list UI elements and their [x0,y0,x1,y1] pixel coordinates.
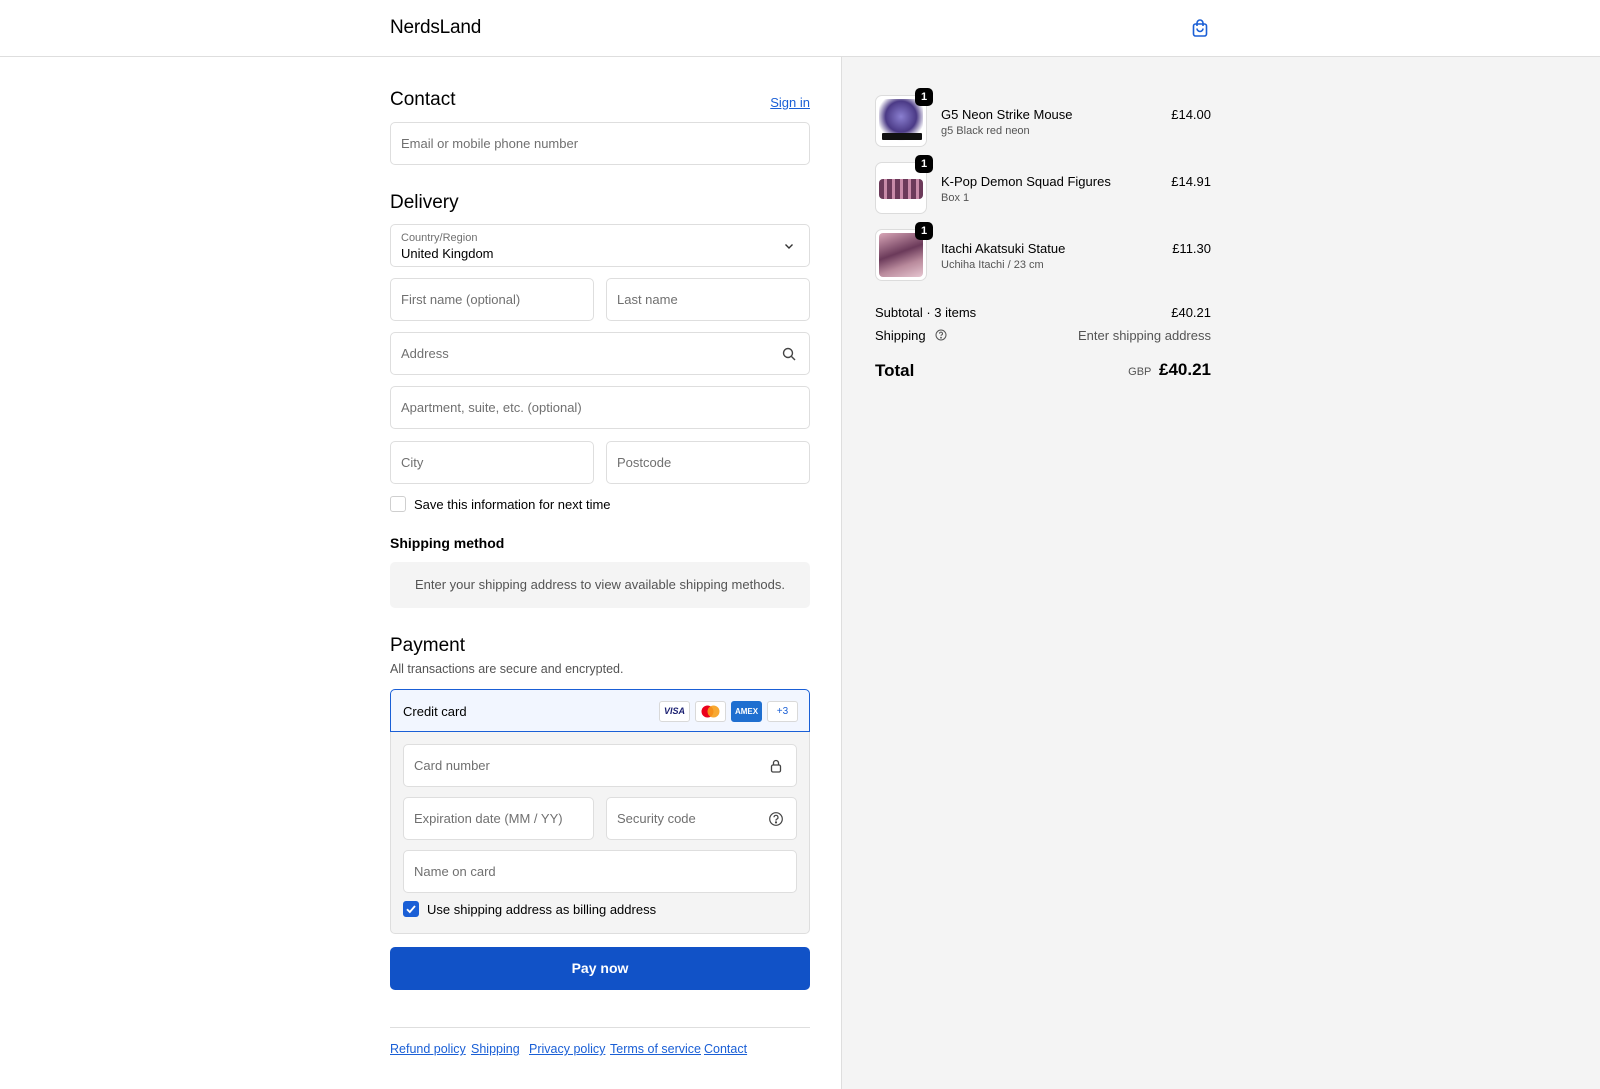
payment-heading: Payment [390,635,465,656]
order-item-thumbnail: 1 [875,155,933,214]
quantity-badge: 1 [915,222,933,240]
card-number-placeholder: Card number [414,758,490,773]
footer-divider [390,1027,810,1028]
refund-policy-link[interactable]: Refund policy [390,1042,466,1056]
shipping-method-notice: Enter your shipping address to view avai… [390,562,810,608]
shipping-method-heading: Shipping method [390,535,505,551]
statue-image [879,233,923,277]
store-logo[interactable]: NerdsLand [390,17,481,39]
email-field[interactable]: Email or mobile phone number [390,122,810,165]
postcode-placeholder: Postcode [617,455,672,470]
security-code-placeholder: Security code [617,811,696,826]
order-item-name: G5 Neon Strike Mouse [941,107,1073,122]
credit-card-label: Credit card [403,704,467,719]
order-item-name: Itachi Akatsuki Statue [941,241,1066,256]
security-code-field[interactable]: Security code [606,797,797,840]
shopping-bag-icon[interactable] [1190,18,1210,38]
delivery-heading: Delivery [390,192,459,213]
privacy-policy-link[interactable]: Privacy policy [529,1042,605,1056]
order-item-name: K-Pop Demon Squad Figures [941,174,1111,189]
currency-code: GBP [1128,366,1152,378]
sign-in-link[interactable]: Sign in [770,95,810,110]
name-on-card-field[interactable]: Name on card [403,850,797,893]
shipping-method-message: Enter your shipping address to view avai… [415,577,785,592]
first-name-field[interactable]: First name (optional) [390,278,594,321]
billing-same-label: Use shipping address as billing address [427,902,657,917]
total-amount: GBP £40.21 [1128,360,1211,380]
subtotal-label: Subtotal · 3 items [875,305,977,320]
visa-logo-icon: VISA [659,701,690,722]
email-placeholder: Email or mobile phone number [401,136,579,151]
order-item-variant: Uchiha Itachi / 23 cm [941,259,1044,271]
image-caption-bar [882,133,922,140]
chevron-down-icon [781,238,797,254]
shipping-label-text: Shipping [875,328,926,343]
total-label: Total [875,361,915,380]
city-placeholder: City [401,455,424,470]
order-item-variant: g5 Black red neon [941,125,1030,137]
total-value: £40.21 [1159,360,1211,379]
payment-subtitle: All transactions are secure and encrypte… [390,662,624,676]
quantity-badge: 1 [915,155,933,173]
order-item-variant: Box 1 [941,192,970,204]
amex-logo-icon: AMEX [731,701,762,722]
help-icon[interactable] [768,811,784,827]
more-cards-badge: +3 [767,701,798,722]
billing-same-checkbox[interactable] [403,901,419,917]
expiry-field[interactable]: Expiration date (MM / YY) [403,797,594,840]
order-item-price: £14.91 [1171,174,1211,189]
subtotal-value: £40.21 [1171,305,1211,320]
shipping-value: Enter shipping address [1078,328,1211,343]
address-field[interactable]: Address [390,332,810,375]
shipping-label: Shipping [875,328,947,343]
help-icon[interactable] [935,329,947,341]
contact-link[interactable]: Contact [704,1042,747,1056]
card-number-field[interactable]: Card number [403,744,797,787]
country-value: United Kingdom [401,246,494,261]
address-placeholder: Address [401,346,449,361]
lock-icon [768,758,784,774]
mastercard-logo-icon [695,701,726,722]
order-item-thumbnail: 1 [875,222,933,281]
postcode-field[interactable]: Postcode [606,441,810,484]
pay-now-button[interactable]: Pay now [390,947,810,990]
quantity-badge: 1 [915,88,933,106]
order-item-price: £14.00 [1171,107,1211,122]
last-name-field[interactable]: Last name [606,278,810,321]
country-select[interactable]: Country/Region United Kingdom [390,224,810,267]
apartment-placeholder: Apartment, suite, etc. (optional) [401,400,582,415]
checkmark-icon [406,905,416,914]
apartment-field[interactable]: Apartment, suite, etc. (optional) [390,386,810,429]
order-item-price: £11.30 [1172,241,1211,256]
checkout-header: NerdsLand [0,0,1600,57]
figures-image [879,179,923,199]
shipping-policy-link[interactable]: Shipping [471,1042,520,1056]
search-icon [781,346,797,362]
save-info-label: Save this information for next time [414,497,611,512]
credit-card-option[interactable]: Credit card VISA AMEX +3 [390,689,810,732]
first-name-placeholder: First name (optional) [401,292,521,307]
credit-card-form: Card number Expiration date (MM / YY) Se… [390,732,810,934]
name-on-card-placeholder: Name on card [414,864,496,879]
order-summary: 1 G5 Neon Strike Mouse g5 Black red neon… [841,57,1600,1089]
contact-heading: Contact [390,89,456,110]
city-field[interactable]: City [390,441,594,484]
order-item-thumbnail: 1 [875,88,933,147]
expiry-placeholder: Expiration date (MM / YY) [414,811,563,826]
country-label: Country/Region [401,232,478,244]
terms-of-service-link[interactable]: Terms of service [610,1042,701,1056]
last-name-placeholder: Last name [617,292,678,307]
save-info-checkbox[interactable] [390,496,406,512]
